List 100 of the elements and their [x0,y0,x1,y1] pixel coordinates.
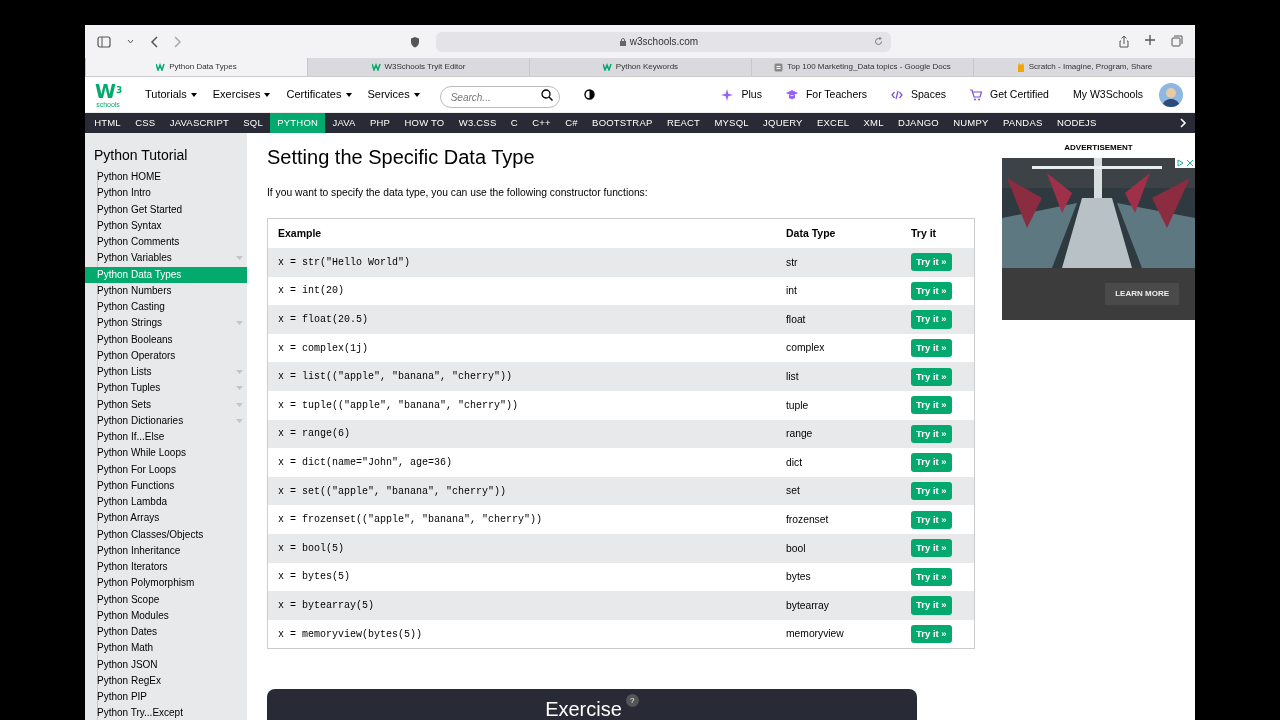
sidebar-item[interactable]: Python Operators [85,347,247,364]
subject-tab[interactable]: HTML [87,113,129,133]
subject-tab[interactable]: CSS [128,113,163,133]
nav-link[interactable]: Plus [721,86,762,103]
code-cell-text: x = str("Hello World") [277,255,412,270]
sidebar-item[interactable]: Python Try...Except [85,705,247,720]
table-cell-text: frozenset [786,512,830,527]
sidebar-item[interactable]: Python PIP [85,689,247,706]
page-heading: Setting the Specific Data Type [267,145,536,169]
code-cell-text: x = bytearray(5) [277,598,375,613]
sidebar-item[interactable]: Python If...Else [85,429,247,446]
nav-link[interactable]: My W3Schools [1072,86,1143,103]
sidebar-item[interactable]: Python For Loops [85,461,247,478]
subject-tab[interactable]: JAVA [325,113,363,133]
sidebar-item[interactable]: Python Dates [85,624,247,641]
exercise-title: Exercise [545,698,622,720]
nav-link[interactable]: For Teachers [785,86,867,103]
subject-tab[interactable]: NUMPY [946,113,996,133]
sidebar-item[interactable]: Python Math [85,640,247,657]
sidebar-item[interactable]: Python Tuples [85,380,247,397]
sidebar-item[interactable]: Python Inheritance [85,542,247,559]
sidebar-item[interactable]: Python HOME [85,169,247,186]
subject-tab[interactable]: BOOTSTRAP [584,113,660,133]
table-cell-text: list [786,370,800,384]
code-cell-text: x = int(20) [277,284,345,299]
sidebar-item[interactable]: Python Syntax [85,217,247,234]
code-cell-text: x = bool(5) [277,541,345,556]
browser-tab[interactable]: Top 100 Marketing_Data topics - Google Docs [751,58,973,76]
subject-tab[interactable]: NODEJS [1049,113,1104,133]
subject-tab[interactable]: EXCEL [809,113,857,133]
table-cell-text: float [786,312,807,327]
sidebar-item[interactable]: Python Iterators [85,559,247,576]
code-cell-text: x = set(("apple", "banana", "cherry")) [277,484,508,499]
search-field[interactable]: Search... [439,86,560,108]
sidebar-item[interactable]: Python Classes/Objects [85,526,247,543]
table-cell-text: dict [786,455,804,470]
subject-tab[interactable]: REACT [659,113,708,133]
table-cell-text: bool [786,541,807,556]
subject-tab[interactable]: W3.CSS [451,113,504,133]
subject-tab[interactable]: C# [558,113,585,133]
table-cell-text: int [786,284,798,299]
sidebar-item[interactable]: Python Strings [85,315,247,332]
table-cell-text: set [786,484,801,499]
intro-text: If you want to specify the data type, you can use the following constructor functions: [267,186,649,200]
sidebar-item[interactable]: Python Lists [85,364,247,381]
sidebar-item[interactable]: Python Dictionaries [85,412,247,429]
nav-link[interactable]: Spaces [891,86,946,103]
sidebar-item[interactable]: Python Booleans [85,331,247,348]
browser-tab[interactable]: W3Schools Tryit Editor [307,58,529,76]
sidebar-item[interactable]: Python RegEx [85,672,247,689]
subject-tab[interactable]: PANDAS [995,113,1050,133]
subject-tab[interactable]: DJANGO [890,113,947,133]
subject-tab[interactable]: XML [856,113,891,133]
menu-dropdown[interactable]: Services [367,86,420,103]
subject-tab[interactable]: JQUERY [755,113,810,133]
sidebar-item[interactable]: Python Numbers [85,282,247,299]
sidebar-item[interactable]: Python Casting [85,299,247,316]
browser-tab[interactable]: Python Keywords [529,58,751,76]
nav-link[interactable]: Get Certified [970,86,1049,103]
sidebar-item[interactable]: Python Scope [85,591,247,608]
address-bar[interactable]: w3schools.com [436,31,891,52]
sidebar-item[interactable]: Python Get Started [85,201,247,218]
subject-tab[interactable]: HOW TO [397,113,452,133]
sidebar-item[interactable]: Python Comments [85,234,247,251]
menu-dropdown[interactable]: Exercises [212,86,271,103]
sidebar-item[interactable]: Python Lambda [85,494,247,511]
subject-tab[interactable]: JAVASCRIPT [162,113,237,133]
address-text: w3schools.com [629,35,699,49]
sidebar-item[interactable]: Python Polymorphism [85,575,247,592]
sidebar-item[interactable]: Python JSON [85,656,247,673]
table-cell-text: memoryview [786,627,845,642]
subject-tab[interactable]: MYSQL [707,113,756,133]
sidebar-item[interactable]: Python Intro [85,185,247,202]
column-header: Data Type [786,225,837,241]
subject-tab[interactable]: SQL [236,113,271,133]
browser-tab[interactable]: Python Data Types [85,58,307,76]
sidebar-item[interactable]: Python Functions [85,477,247,494]
help-badge[interactable]: ? [625,694,639,708]
menu-dropdown[interactable]: Tutorials [145,86,197,103]
table-cell-text: range [786,427,814,442]
sidebar-item[interactable]: Python While Loops [85,445,247,462]
sidebar-item[interactable]: Python Arrays [85,510,247,527]
sidebar-item[interactable]: Python Sets [85,396,247,413]
learn-more-button[interactable]: LEARN MORE [1105,283,1179,305]
code-cell-text: x = memoryview(bytes(5)) [277,627,424,642]
subject-tab[interactable]: C [503,113,526,133]
code-cell-text: x = complex(1j) [277,341,369,356]
column-header: Example [277,225,323,241]
column-header: Try it [911,225,937,241]
code-cell-text: x = dict(name="John", age=36) [277,456,454,470]
subject-tab[interactable]: C++ [525,113,558,133]
browser-tab[interactable]: Scratch - Imagine, Program, Share [973,58,1195,76]
sidebar-item[interactable]: Python Modules [85,607,247,624]
code-cell-text: x = float(20.5) [277,313,369,327]
sidebar-item[interactable]: Python Variables [85,250,247,267]
code-cell-text: x = list(("apple", "banana", "cherry")) [277,370,514,385]
menu-dropdown[interactable]: Certificates [286,86,352,103]
code-cell-text: x = tuple(("apple", "banana", "cherry")) [277,398,520,413]
subject-tab[interactable]: PHP [362,113,398,133]
code-cell-text: x = bytes(5) [277,570,351,585]
